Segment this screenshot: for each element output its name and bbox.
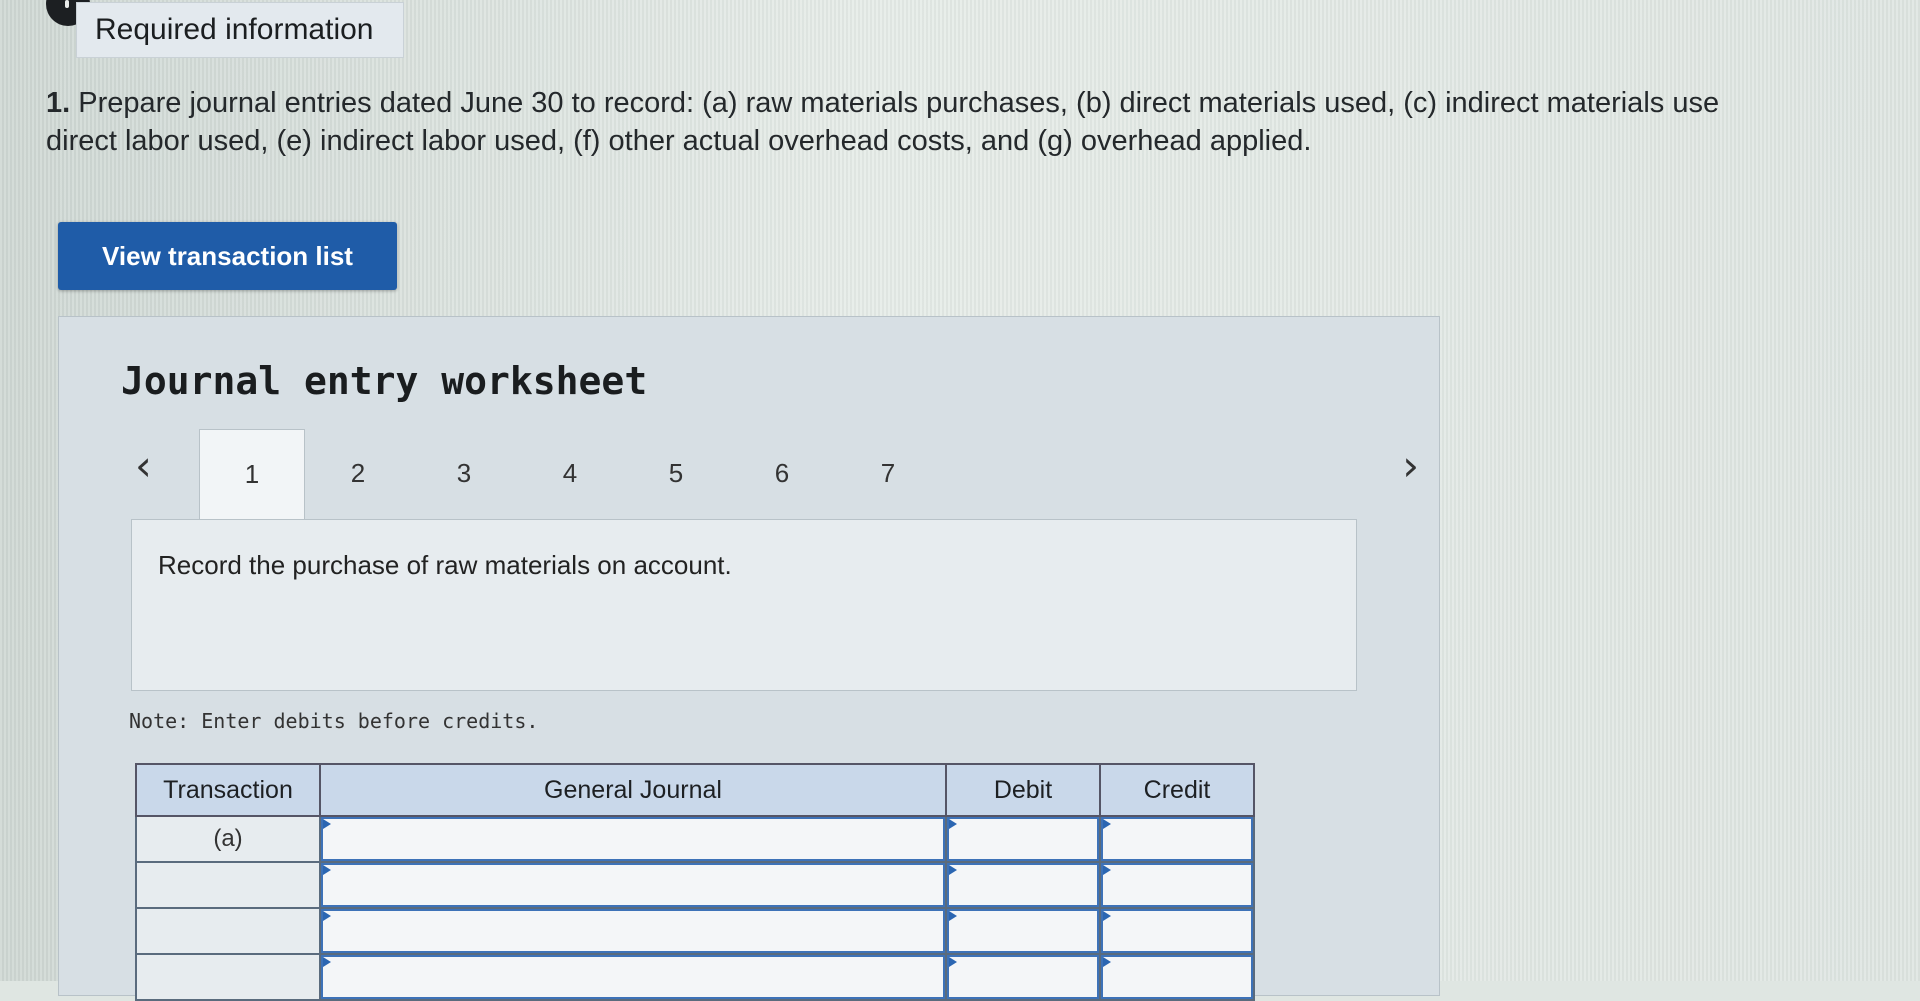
credit-input[interactable] (1101, 955, 1253, 999)
transaction-cell: (a) (135, 815, 321, 863)
account-select[interactable] (321, 955, 945, 999)
question-text: 1. Prepare journal entries dated June 30… (46, 84, 1920, 160)
journal-header-row: Transaction General Journal Debit Credit (135, 763, 1255, 817)
debit-cell[interactable] (945, 861, 1101, 909)
required-information-tab[interactable]: Required information (76, 2, 404, 58)
general-journal-cell[interactable] (319, 815, 947, 863)
general-journal-cell[interactable] (319, 907, 947, 955)
credit-cell[interactable] (1099, 953, 1255, 1001)
credit-cell[interactable] (1099, 815, 1255, 863)
table-row (135, 861, 1255, 909)
debit-cell[interactable] (945, 953, 1101, 1001)
credit-cell[interactable] (1099, 907, 1255, 955)
account-select[interactable] (321, 863, 945, 907)
table-row (135, 907, 1255, 955)
chevron-left-icon[interactable]: ‹ (135, 441, 152, 490)
page-tab-6[interactable]: 6 (729, 429, 835, 517)
worksheet-pager: ‹ 1 2 3 4 5 6 7 › (119, 429, 1419, 519)
credit-cell[interactable] (1099, 861, 1255, 909)
header-debit: Debit (945, 763, 1101, 817)
credit-input[interactable] (1101, 863, 1253, 907)
debit-input[interactable] (947, 909, 1099, 953)
account-select[interactable] (321, 909, 945, 953)
journal-table: Transaction General Journal Debit Credit… (135, 763, 1255, 1001)
account-select[interactable] (321, 817, 945, 861)
debit-input[interactable] (947, 817, 1099, 861)
table-row: (a) (135, 815, 1255, 863)
page-tab-5[interactable]: 5 (623, 429, 729, 517)
question-line-1: Prepare journal entries dated June 30 to… (78, 87, 1720, 119)
view-transaction-list-button[interactable]: View transaction list (58, 222, 397, 290)
entry-prompt-text: Record the purchase of raw materials on … (158, 550, 732, 580)
page-tab-4[interactable]: 4 (517, 429, 623, 517)
transaction-cell (135, 861, 321, 909)
header-transaction: Transaction (135, 763, 321, 817)
journal-entry-worksheet: Journal entry worksheet ‹ 1 2 3 4 5 6 7 … (58, 316, 1440, 1001)
entry-prompt-box: Record the purchase of raw materials on … (131, 519, 1357, 691)
header-general-journal: General Journal (319, 763, 947, 817)
credit-input[interactable] (1101, 909, 1253, 953)
debit-cell[interactable] (945, 815, 1101, 863)
credit-input[interactable] (1101, 817, 1253, 861)
transaction-cell (135, 907, 321, 955)
question-number: 1. (46, 87, 71, 119)
page-tab-2[interactable]: 2 (305, 429, 411, 517)
debit-input[interactable] (947, 863, 1099, 907)
chevron-right-icon[interactable]: › (1402, 441, 1419, 490)
page-tab-7[interactable]: 7 (835, 429, 941, 517)
header-credit: Credit (1099, 763, 1255, 817)
question-line-2: direct labor used, (e) indirect labor us… (46, 125, 1312, 157)
general-journal-cell[interactable] (319, 953, 947, 1001)
transaction-cell (135, 953, 321, 1001)
required-information-label: Required information (95, 13, 374, 46)
debit-cell[interactable] (945, 907, 1101, 955)
worksheet-title: Journal entry worksheet (121, 359, 648, 403)
page-tab-1[interactable]: 1 (199, 429, 305, 519)
table-row (135, 953, 1255, 1001)
page-tab-3[interactable]: 3 (411, 429, 517, 517)
entry-note: Note: Enter debits before credits. (129, 709, 539, 733)
debit-input[interactable] (947, 955, 1099, 999)
general-journal-cell[interactable] (319, 861, 947, 909)
